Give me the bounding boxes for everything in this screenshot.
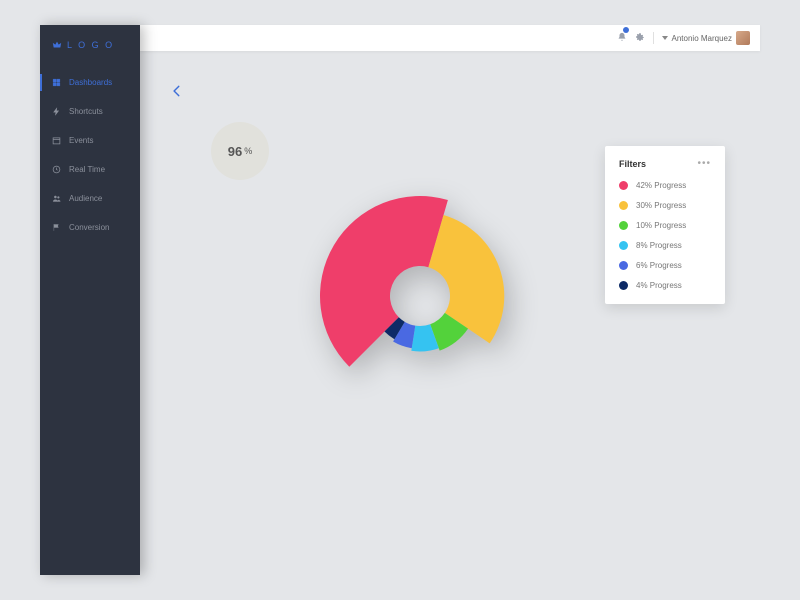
sidebar-item-label: Dashboards bbox=[69, 78, 112, 87]
grid-icon bbox=[52, 78, 61, 87]
legend-item[interactable]: 6% Progress bbox=[619, 261, 711, 270]
chevron-left-icon bbox=[170, 81, 184, 101]
settings-button[interactable] bbox=[635, 29, 645, 47]
filters-more-button[interactable]: ••• bbox=[697, 158, 711, 169]
users-icon bbox=[52, 194, 61, 203]
sidebar-item-conversion[interactable]: Conversion bbox=[40, 213, 140, 242]
sidebar-item-realtime[interactable]: Real Time bbox=[40, 155, 140, 184]
legend-swatch bbox=[619, 201, 628, 210]
sidebar-item-shortcuts[interactable]: Shortcuts bbox=[40, 97, 140, 126]
bell-icon bbox=[617, 32, 627, 42]
user-menu[interactable]: Antonio Marquez bbox=[662, 31, 750, 45]
filters-legend: 42% Progress 30% Progress 10% Progress 8% P… bbox=[619, 181, 711, 290]
sidebar-item-events[interactable]: Events bbox=[40, 126, 140, 155]
legend-label: 30% Progress bbox=[636, 201, 686, 210]
sidebar-item-label: Shortcuts bbox=[69, 107, 103, 116]
legend-label: 42% Progress bbox=[636, 181, 686, 190]
calendar-icon bbox=[52, 136, 61, 145]
sidebar-item-label: Conversion bbox=[69, 223, 109, 232]
legend-label: 8% Progress bbox=[636, 241, 682, 250]
chart-center-unit: % bbox=[244, 146, 252, 156]
chart-center-value: 96 bbox=[228, 144, 242, 159]
sidebar-item-dashboards[interactable]: Dashboards bbox=[40, 68, 140, 97]
legend-swatch bbox=[619, 241, 628, 250]
sidebar-item-label: Events bbox=[69, 136, 93, 145]
legend-label: 4% Progress bbox=[636, 281, 682, 290]
topbar: Antonio Marquez bbox=[140, 25, 760, 51]
legend-item[interactable]: 10% Progress bbox=[619, 221, 711, 230]
legend-item[interactable]: 30% Progress bbox=[619, 201, 711, 210]
legend-swatch bbox=[619, 281, 628, 290]
sidebar: L O G O Dashboards Shortcuts Events Real… bbox=[40, 25, 140, 575]
sidebar-item-audience[interactable]: Audience bbox=[40, 184, 140, 213]
divider bbox=[653, 32, 654, 44]
avatar bbox=[736, 31, 750, 45]
flag-icon bbox=[52, 223, 61, 232]
crown-icon bbox=[52, 40, 62, 50]
filters-title: Filters bbox=[619, 159, 646, 169]
legend-label: 10% Progress bbox=[636, 221, 686, 230]
logo-text: L O G O bbox=[67, 40, 114, 50]
legend-swatch bbox=[619, 261, 628, 270]
sidebar-item-label: Real Time bbox=[69, 165, 105, 174]
bolt-icon bbox=[52, 107, 61, 116]
nav: Dashboards Shortcuts Events Real Time Au… bbox=[40, 68, 140, 242]
legend-item[interactable]: 42% Progress bbox=[619, 181, 711, 190]
caret-down-icon bbox=[662, 36, 668, 40]
progress-donut-chart bbox=[320, 196, 520, 396]
clock-icon bbox=[52, 165, 61, 174]
logo: L O G O bbox=[40, 25, 140, 68]
legend-item[interactable]: 8% Progress bbox=[619, 241, 711, 250]
sidebar-item-label: Audience bbox=[69, 194, 102, 203]
notification-dot bbox=[623, 27, 629, 33]
filters-card: Filters ••• 42% Progress 30% Progress 10% … bbox=[605, 146, 725, 304]
user-name: Antonio Marquez bbox=[672, 34, 732, 43]
legend-swatch bbox=[619, 181, 628, 190]
main: 96 % Filters ••• 42% Progress 30% Progres… bbox=[140, 51, 760, 575]
legend-item[interactable]: 4% Progress bbox=[619, 281, 711, 290]
notifications-button[interactable] bbox=[617, 29, 627, 47]
back-button[interactable] bbox=[170, 81, 184, 106]
chart-center-label: 96 % bbox=[211, 122, 269, 180]
legend-label: 6% Progress bbox=[636, 261, 682, 270]
gear-icon bbox=[635, 32, 645, 42]
legend-swatch bbox=[619, 221, 628, 230]
